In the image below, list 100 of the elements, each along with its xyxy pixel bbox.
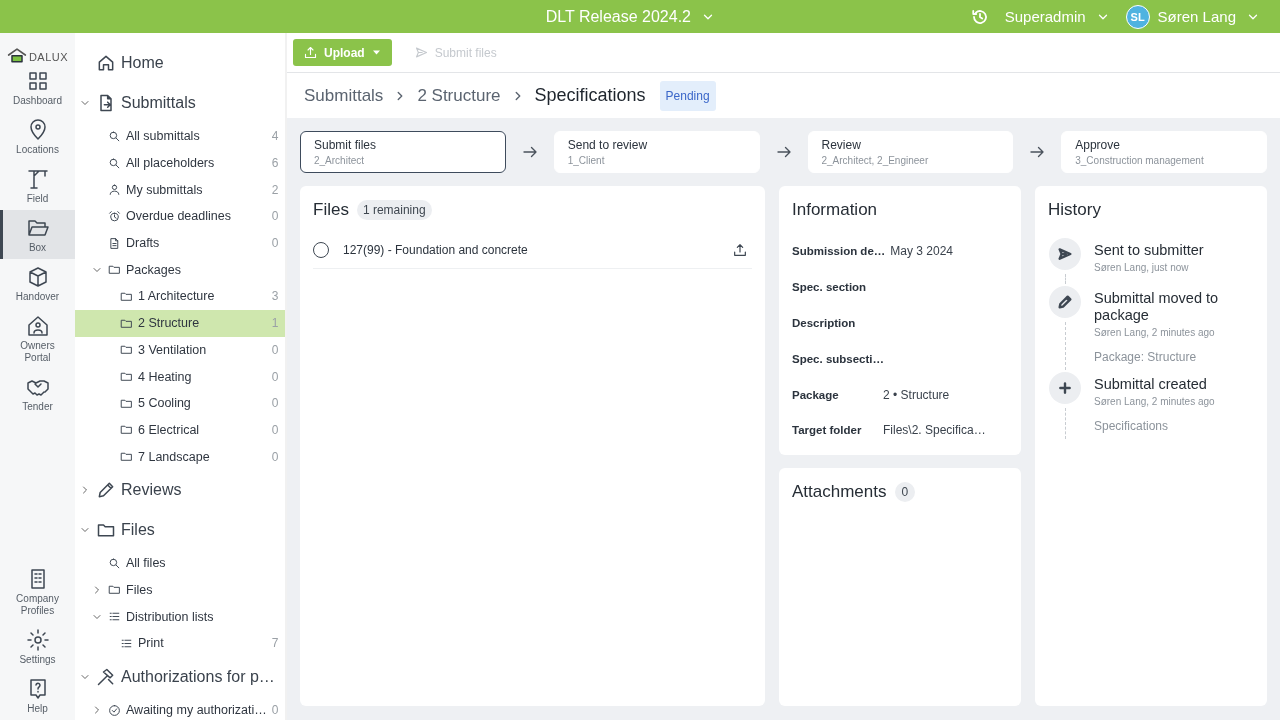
card-title: History (1048, 200, 1102, 220)
page-title: Specifications (534, 85, 646, 106)
step-title: Approve (1075, 138, 1121, 152)
breadcrumb-link[interactable]: Submittals (304, 85, 384, 106)
history-entry-meta: Søren Lang, 2 minutes ago (1094, 327, 1216, 338)
tree-item[interactable]: 6 Electrical 0 (75, 416, 285, 444)
card-title: Attachments (792, 482, 887, 502)
home-icon (96, 53, 116, 73)
history-entry-title: Sent to submitter (1094, 242, 1204, 259)
tree-item[interactable]: All submittals 4 (75, 123, 285, 150)
workflow-step[interactable]: Review 2_Architect, 2_Engineer (807, 131, 1014, 173)
tree-item-label: Drafts (126, 236, 161, 251)
item-count: 0 (271, 342, 279, 357)
field-label: Spec. subsecti… (792, 351, 886, 367)
tree-item[interactable]: All files (75, 549, 285, 577)
hammer-icon (96, 666, 116, 687)
tree-item-label: All placeholders (126, 156, 216, 171)
step-title: Send to review (567, 138, 649, 152)
rail-item[interactable]: Help (0, 671, 75, 720)
step-title: Submit files (314, 138, 378, 152)
folder-icon (120, 450, 133, 464)
tree-item-label: Authorizations for p… (121, 667, 276, 686)
tree-item-label: Reviews (121, 480, 183, 499)
item-count: 0 (271, 703, 279, 718)
search-icon (108, 556, 121, 570)
tree-item[interactable]: 3 Ventilation 0 (75, 336, 285, 364)
tree-item-label: 4 Heating (138, 369, 193, 384)
tree-item[interactable]: Distribution lists (75, 603, 285, 630)
item-count: 7 (271, 636, 279, 651)
tree-item-label: All submittals (126, 129, 201, 144)
tree-item[interactable]: Files (75, 509, 285, 550)
rail-label: Owners Portal (19, 340, 56, 364)
count-badge: 0 (894, 482, 916, 502)
crane-icon (25, 167, 50, 191)
rail-item[interactable]: Handover (0, 259, 75, 308)
workflow-step[interactable]: Submit files 2_Architect (300, 131, 506, 173)
item-count: 3 (271, 289, 279, 304)
tree-item-label: Files (126, 582, 154, 597)
tree-item[interactable]: Reviews (75, 469, 285, 510)
workflow-step[interactable]: Approve 3_Construction management (1061, 131, 1267, 173)
tree-item-label: 6 Electrical (138, 422, 201, 437)
tree-item-label: 1 Architecture (138, 289, 216, 304)
tree-item[interactable]: Home (75, 43, 285, 83)
folder-icon (120, 370, 133, 384)
tree-item[interactable]: Files (75, 576, 285, 604)
send-icon (1049, 238, 1081, 270)
folder-icon (108, 263, 121, 277)
document-icon (108, 236, 121, 250)
tree-item[interactable]: Print 7 (75, 630, 285, 657)
history-entry-detail: Package: Structure (1094, 350, 1198, 364)
item-count: 1 (271, 316, 279, 331)
tree-item[interactable]: Drafts 0 (75, 229, 285, 257)
workflow-step[interactable]: Send to review 1_Client (553, 131, 760, 173)
plus-icon (1049, 372, 1081, 404)
tree-item-label: Submittals (121, 94, 197, 112)
history-icon[interactable] (970, 7, 989, 26)
caret-down-icon (372, 50, 380, 55)
tree-item[interactable]: 7 Landscape 0 (75, 443, 285, 470)
rail-item[interactable]: Owners Portal (0, 308, 75, 369)
item-count: 0 (271, 396, 279, 411)
field-label: Target folder (792, 423, 863, 439)
tree-item[interactable]: All placeholders 6 (75, 149, 285, 177)
rail-item[interactable]: Locations (0, 112, 75, 161)
breadcrumb-link[interactable]: 2 Structure (417, 85, 501, 106)
item-count: 0 (271, 449, 279, 464)
rail-item[interactable]: Dashboard (0, 63, 75, 112)
tree-item[interactable]: My submittals 2 (75, 176, 285, 204)
tree-item[interactable]: Submittals (75, 83, 285, 123)
rail-label: Dashboard (12, 95, 63, 107)
field-value: Files\2. Specifica… (883, 423, 986, 439)
remaining-badge: 1 remaining (356, 200, 432, 220)
rail-item[interactable]: Tender (0, 369, 75, 418)
tree-item-label: 5 Cooling (138, 396, 192, 411)
rail-item[interactable]: Company Profiles (0, 561, 75, 622)
rail-item[interactable]: Field (0, 161, 75, 210)
rail-item[interactable]: Settings (0, 622, 75, 671)
tree-item-label: 2 Structure (138, 316, 201, 331)
folder-icon (108, 583, 121, 597)
tree-item-label: Distribution lists (126, 609, 215, 624)
tree-item[interactable]: 4 Heating 0 (75, 363, 285, 390)
item-count: 0 (271, 236, 279, 251)
tree-item[interactable]: 5 Cooling 0 (75, 389, 285, 417)
rail-label: Handover (14, 291, 61, 303)
history-entry-title: Submittal created (1094, 376, 1208, 393)
rail-item[interactable]: Box (0, 210, 75, 259)
tree-item[interactable]: 1 Architecture 3 (75, 283, 285, 310)
card-title: Information (792, 200, 879, 220)
tree-item[interactable]: Overdue deadlines 0 (75, 203, 285, 230)
tree-item[interactable]: Authorizations for p… (75, 656, 285, 697)
tree-item[interactable]: 2 Structure 1 (75, 309, 285, 337)
tree-item[interactable]: Awaiting my authorizati… 0 (75, 696, 285, 720)
send-icon (413, 45, 429, 60)
item-count: 2 (271, 182, 279, 197)
logo-text: DALUX (28, 51, 69, 63)
step-assignee: 2_Architect (314, 155, 366, 166)
tree-item-label: Packages (126, 262, 182, 277)
tree-item[interactable]: Packages (75, 256, 285, 284)
item-count: 0 (271, 369, 279, 384)
step-assignee: 2_Architect, 2_Engineer (821, 155, 930, 166)
upload-icon[interactable] (732, 242, 748, 258)
